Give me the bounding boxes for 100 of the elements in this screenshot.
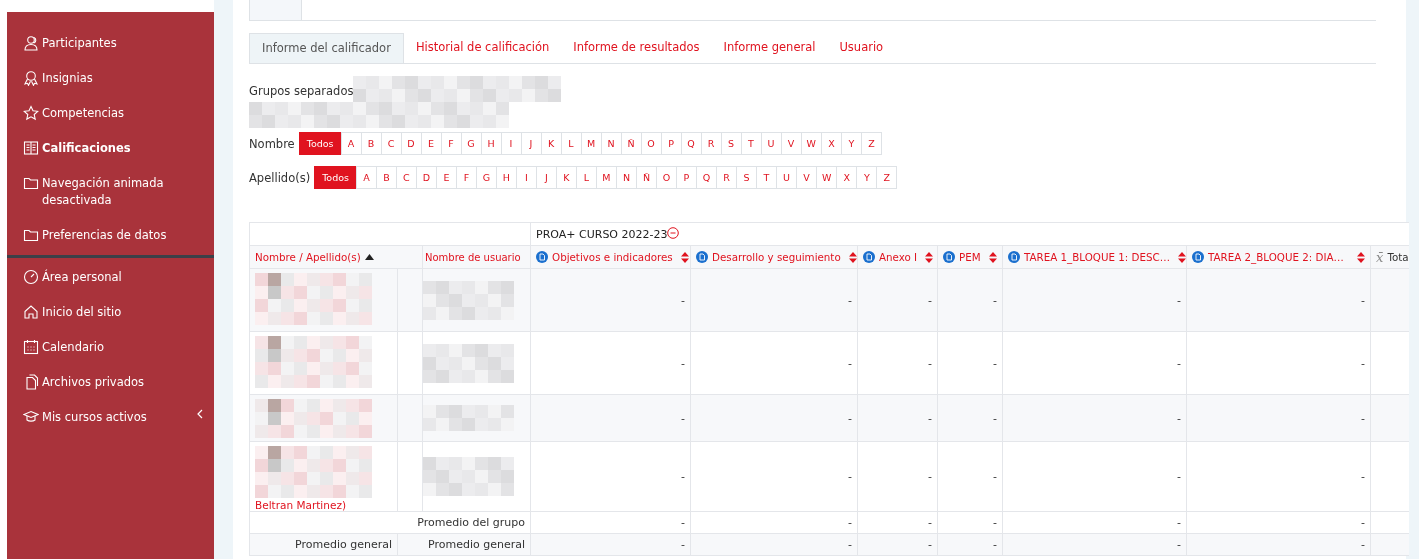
letter-filter[interactable]: B bbox=[360, 132, 382, 155]
letter-filter[interactable]: K bbox=[555, 166, 577, 189]
report-tab[interactable]: Historial de calificación bbox=[403, 33, 562, 63]
assignment-icon bbox=[943, 251, 956, 263]
letter-filter[interactable]: W bbox=[800, 132, 822, 155]
letter-filter[interactable]: O bbox=[655, 166, 677, 189]
letter-filter[interactable]: T bbox=[755, 166, 777, 189]
report-tab[interactable]: Usuario bbox=[827, 33, 896, 63]
letter-filter[interactable]: K bbox=[540, 132, 562, 155]
letter-filter[interactable]: Ñ bbox=[635, 166, 657, 189]
letter-filter[interactable]: Y bbox=[840, 132, 862, 155]
sidebar-item[interactable]: Participantes bbox=[7, 26, 214, 61]
grade-cell: - bbox=[937, 441, 1003, 512]
letter-filter[interactable]: X bbox=[836, 166, 858, 189]
sidebar-item[interactable]: Inicio del sitio bbox=[7, 295, 214, 330]
letter-filter[interactable]: T bbox=[740, 132, 762, 155]
row-label: Promedio general bbox=[249, 533, 398, 556]
letter-filter[interactable]: Ñ bbox=[620, 132, 642, 155]
collapse-icon[interactable] bbox=[667, 227, 680, 239]
letter-filter[interactable]: M bbox=[580, 132, 602, 155]
letter-filter[interactable]: A bbox=[340, 132, 362, 155]
sidebar-item[interactable]: Calificaciones bbox=[7, 131, 214, 166]
letter-filter[interactable]: X bbox=[820, 132, 842, 155]
letter-filter[interactable]: A bbox=[355, 166, 377, 189]
home-icon bbox=[23, 304, 39, 320]
letter-filter[interactable]: D bbox=[400, 132, 422, 155]
letter-filter[interactable]: B bbox=[375, 166, 397, 189]
letter-filter[interactable]: U bbox=[760, 132, 782, 155]
row-label: Promedio del grupo bbox=[249, 511, 531, 534]
letter-filter[interactable]: F bbox=[440, 132, 462, 155]
letter-filter[interactable]: R bbox=[700, 132, 722, 155]
grade-cell: - bbox=[857, 268, 938, 332]
letter-filter[interactable]: L bbox=[575, 166, 597, 189]
sort-icon[interactable] bbox=[989, 251, 998, 263]
report-tab[interactable]: Informe de resultados bbox=[561, 33, 712, 63]
report-tab[interactable]: Informe del calificador bbox=[249, 33, 404, 63]
sidebar-item[interactable]: Área personal bbox=[7, 260, 214, 295]
letter-filter[interactable]: M bbox=[595, 166, 617, 189]
letter-filter[interactable]: L bbox=[560, 132, 582, 155]
letter-filter[interactable]: I bbox=[500, 132, 522, 155]
sort-ascending-icon[interactable] bbox=[364, 254, 374, 260]
letter-filter[interactable]: P bbox=[660, 132, 682, 155]
letter-filter[interactable]: V bbox=[780, 132, 802, 155]
letter-filter[interactable]: D bbox=[415, 166, 437, 189]
report-tab[interactable]: Informe general bbox=[711, 33, 828, 63]
letter-filter[interactable]: S bbox=[735, 166, 757, 189]
letter-filter[interactable]: R bbox=[715, 166, 737, 189]
sidebar-item[interactable]: Calendario bbox=[7, 330, 214, 365]
letter-filter[interactable]: E bbox=[435, 166, 457, 189]
sidebar-item[interactable]: Navegación animada desactivada bbox=[7, 166, 214, 218]
average-cell: - bbox=[937, 533, 1003, 556]
average-cell: - bbox=[1186, 533, 1371, 556]
sidebar-item[interactable]: Archivos privados bbox=[7, 365, 214, 400]
column-header-link[interactable]: PEM bbox=[959, 251, 981, 263]
average-cell: - bbox=[690, 511, 858, 534]
letter-filter[interactable]: V bbox=[795, 166, 817, 189]
letter-filter[interactable]: I bbox=[515, 166, 537, 189]
letter-filter[interactable]: E bbox=[420, 132, 442, 155]
sidebar-item[interactable]: Insignias bbox=[7, 61, 214, 96]
grade-cell: - bbox=[530, 441, 691, 512]
letter-filter[interactable]: N bbox=[615, 166, 637, 189]
letter-filter[interactable]: Q bbox=[695, 166, 717, 189]
letter-filter[interactable]: J bbox=[520, 132, 542, 155]
badge-icon bbox=[23, 70, 39, 86]
average-cell: - bbox=[1002, 511, 1187, 534]
letter-filter[interactable]: G bbox=[460, 132, 482, 155]
letter-filter[interactable]: O bbox=[640, 132, 662, 155]
letter-filter[interactable]: J bbox=[535, 166, 557, 189]
grade-cell: - bbox=[857, 441, 938, 512]
average-cell: - bbox=[857, 533, 938, 556]
sidebar-item[interactable]: Preferencias de datos bbox=[7, 218, 214, 253]
letter-filter[interactable]: F bbox=[455, 166, 477, 189]
sort-icon[interactable] bbox=[925, 251, 934, 263]
letter-filter[interactable]: P bbox=[675, 166, 697, 189]
letter-filter[interactable]: H bbox=[480, 132, 502, 155]
letter-filter[interactable]: U bbox=[775, 166, 797, 189]
letter-filter[interactable]: Y bbox=[856, 166, 878, 189]
grade-cell: - bbox=[937, 268, 1003, 332]
sidebar-item[interactable]: Competencias bbox=[7, 96, 214, 131]
letter-filter[interactable]: H bbox=[495, 166, 517, 189]
assignment-icon bbox=[1192, 251, 1205, 263]
letter-filter[interactable]: W bbox=[815, 166, 838, 189]
letter-filter[interactable]: N bbox=[600, 132, 622, 155]
letter-filter[interactable]: G bbox=[475, 166, 497, 189]
grade-cell: - bbox=[690, 331, 858, 395]
sidebar-item[interactable]: Mis cursos activos bbox=[7, 400, 214, 435]
grade-cell: - bbox=[690, 441, 858, 512]
average-cell: - bbox=[857, 511, 938, 534]
letter-filter[interactable]: S bbox=[720, 132, 742, 155]
letter-filter[interactable]: Todos bbox=[298, 132, 342, 155]
grade-cell: - bbox=[690, 268, 858, 332]
letter-filter[interactable]: Z bbox=[860, 132, 882, 155]
letter-filter[interactable]: C bbox=[380, 132, 402, 155]
letter-filter[interactable]: Q bbox=[680, 132, 702, 155]
student-name-link[interactable]: Beltran Martinez) bbox=[255, 499, 393, 511]
sort-icon[interactable] bbox=[1357, 251, 1366, 263]
letter-filter[interactable]: Todos bbox=[314, 166, 357, 189]
letter-filter[interactable]: C bbox=[395, 166, 417, 189]
grade-cell: - bbox=[1002, 441, 1187, 512]
letter-filter[interactable]: Z bbox=[876, 166, 898, 189]
